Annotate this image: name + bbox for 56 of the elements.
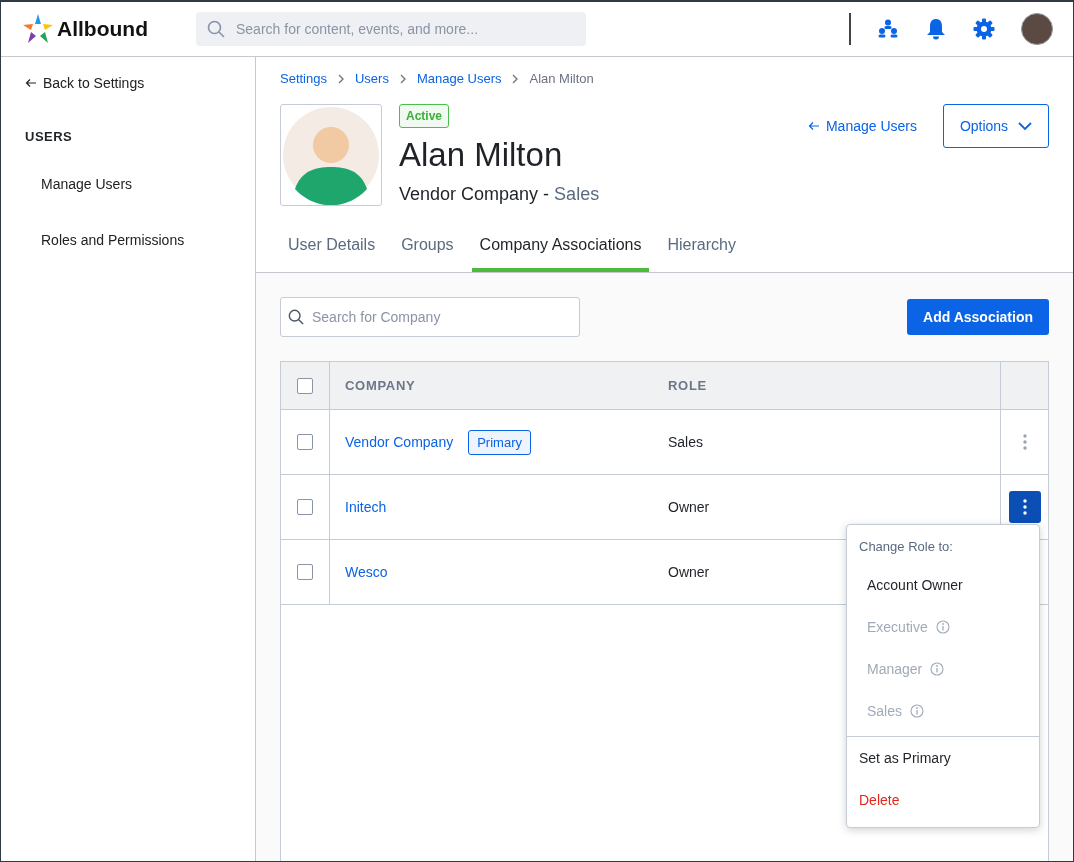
company-link[interactable]: Initech	[345, 499, 387, 515]
row-checkbox[interactable]	[297, 434, 313, 450]
user-role: Sales	[554, 184, 600, 204]
column-header: COMPANY	[344, 377, 417, 395]
chevron-right-icon	[398, 73, 407, 84]
sidebar-item[interactable]: Manage Users	[41, 176, 133, 192]
chevron-right-icon	[511, 73, 520, 84]
kebab-icon	[1022, 434, 1027, 450]
role-cell: Owner	[668, 564, 710, 580]
primary-badge: Primary	[468, 429, 531, 455]
global-search-field[interactable]: Search for content, events, and more...	[196, 12, 586, 46]
company-link[interactable]: Vendor Company	[345, 434, 454, 450]
info-icon	[930, 662, 945, 676]
search-icon	[207, 20, 225, 38]
user-avatar[interactable]	[1021, 13, 1053, 45]
manage-users-link[interactable]: Manage Users	[825, 118, 917, 134]
logo-wordmark: Allbound	[57, 17, 148, 41]
back-to-settings-link[interactable]: Back to Settings	[43, 75, 145, 91]
arrow-left-icon	[25, 78, 37, 88]
sidebar-item[interactable]: Roles and Permissions	[41, 232, 185, 248]
company-link[interactable]: Wesco	[345, 564, 388, 580]
company-search-field[interactable]: Search for Company	[280, 297, 580, 337]
add-association-button[interactable]: Add Association	[907, 299, 1049, 335]
row-checkbox[interactable]	[297, 499, 313, 515]
row-checkbox[interactable]	[297, 564, 313, 580]
arrow-left-icon	[807, 121, 820, 131]
chevron-down-icon	[1018, 121, 1033, 131]
user-name: Alan Milton	[399, 136, 563, 174]
select-all-checkbox[interactable]	[297, 377, 313, 394]
kebab-icon	[1022, 499, 1027, 515]
company-name: Vendor Company -	[399, 184, 550, 204]
status-badge: Active	[399, 104, 450, 128]
search-icon	[288, 309, 304, 325]
breadcrumb-link[interactable]: Settings	[280, 71, 327, 86]
menu-item[interactable]: Set as Primary	[847, 737, 963, 779]
role-cell: Sales	[668, 434, 704, 450]
role-cell: Owner	[668, 499, 710, 515]
tab[interactable]: User Details	[280, 228, 384, 272]
breadcrumb-link[interactable]: Manage Users	[416, 71, 502, 86]
breadcrumb-link[interactable]: Users	[355, 71, 389, 86]
breadcrumb-current: Alan Milton	[529, 71, 594, 86]
chevron-right-icon	[337, 73, 345, 84]
options-button[interactable]: Options	[943, 104, 1049, 148]
bell-icon[interactable]	[925, 18, 947, 40]
info-icon	[935, 620, 950, 634]
tab[interactable]: Groups	[393, 228, 462, 272]
hierarchy-icon[interactable]	[877, 19, 899, 39]
info-icon	[910, 704, 925, 718]
menu-item[interactable]: Account Owner	[847, 564, 983, 606]
settings-icon[interactable]	[973, 18, 995, 40]
column-header: ROLE	[667, 377, 708, 395]
more-options-button[interactable]	[1008, 491, 1041, 523]
menu-item[interactable]: Delete	[847, 779, 912, 821]
tab[interactable]: Hierarchy	[659, 228, 744, 272]
menu-heading: Change Role to:	[858, 538, 954, 556]
sidebar-section-heading: USERS	[25, 129, 73, 144]
